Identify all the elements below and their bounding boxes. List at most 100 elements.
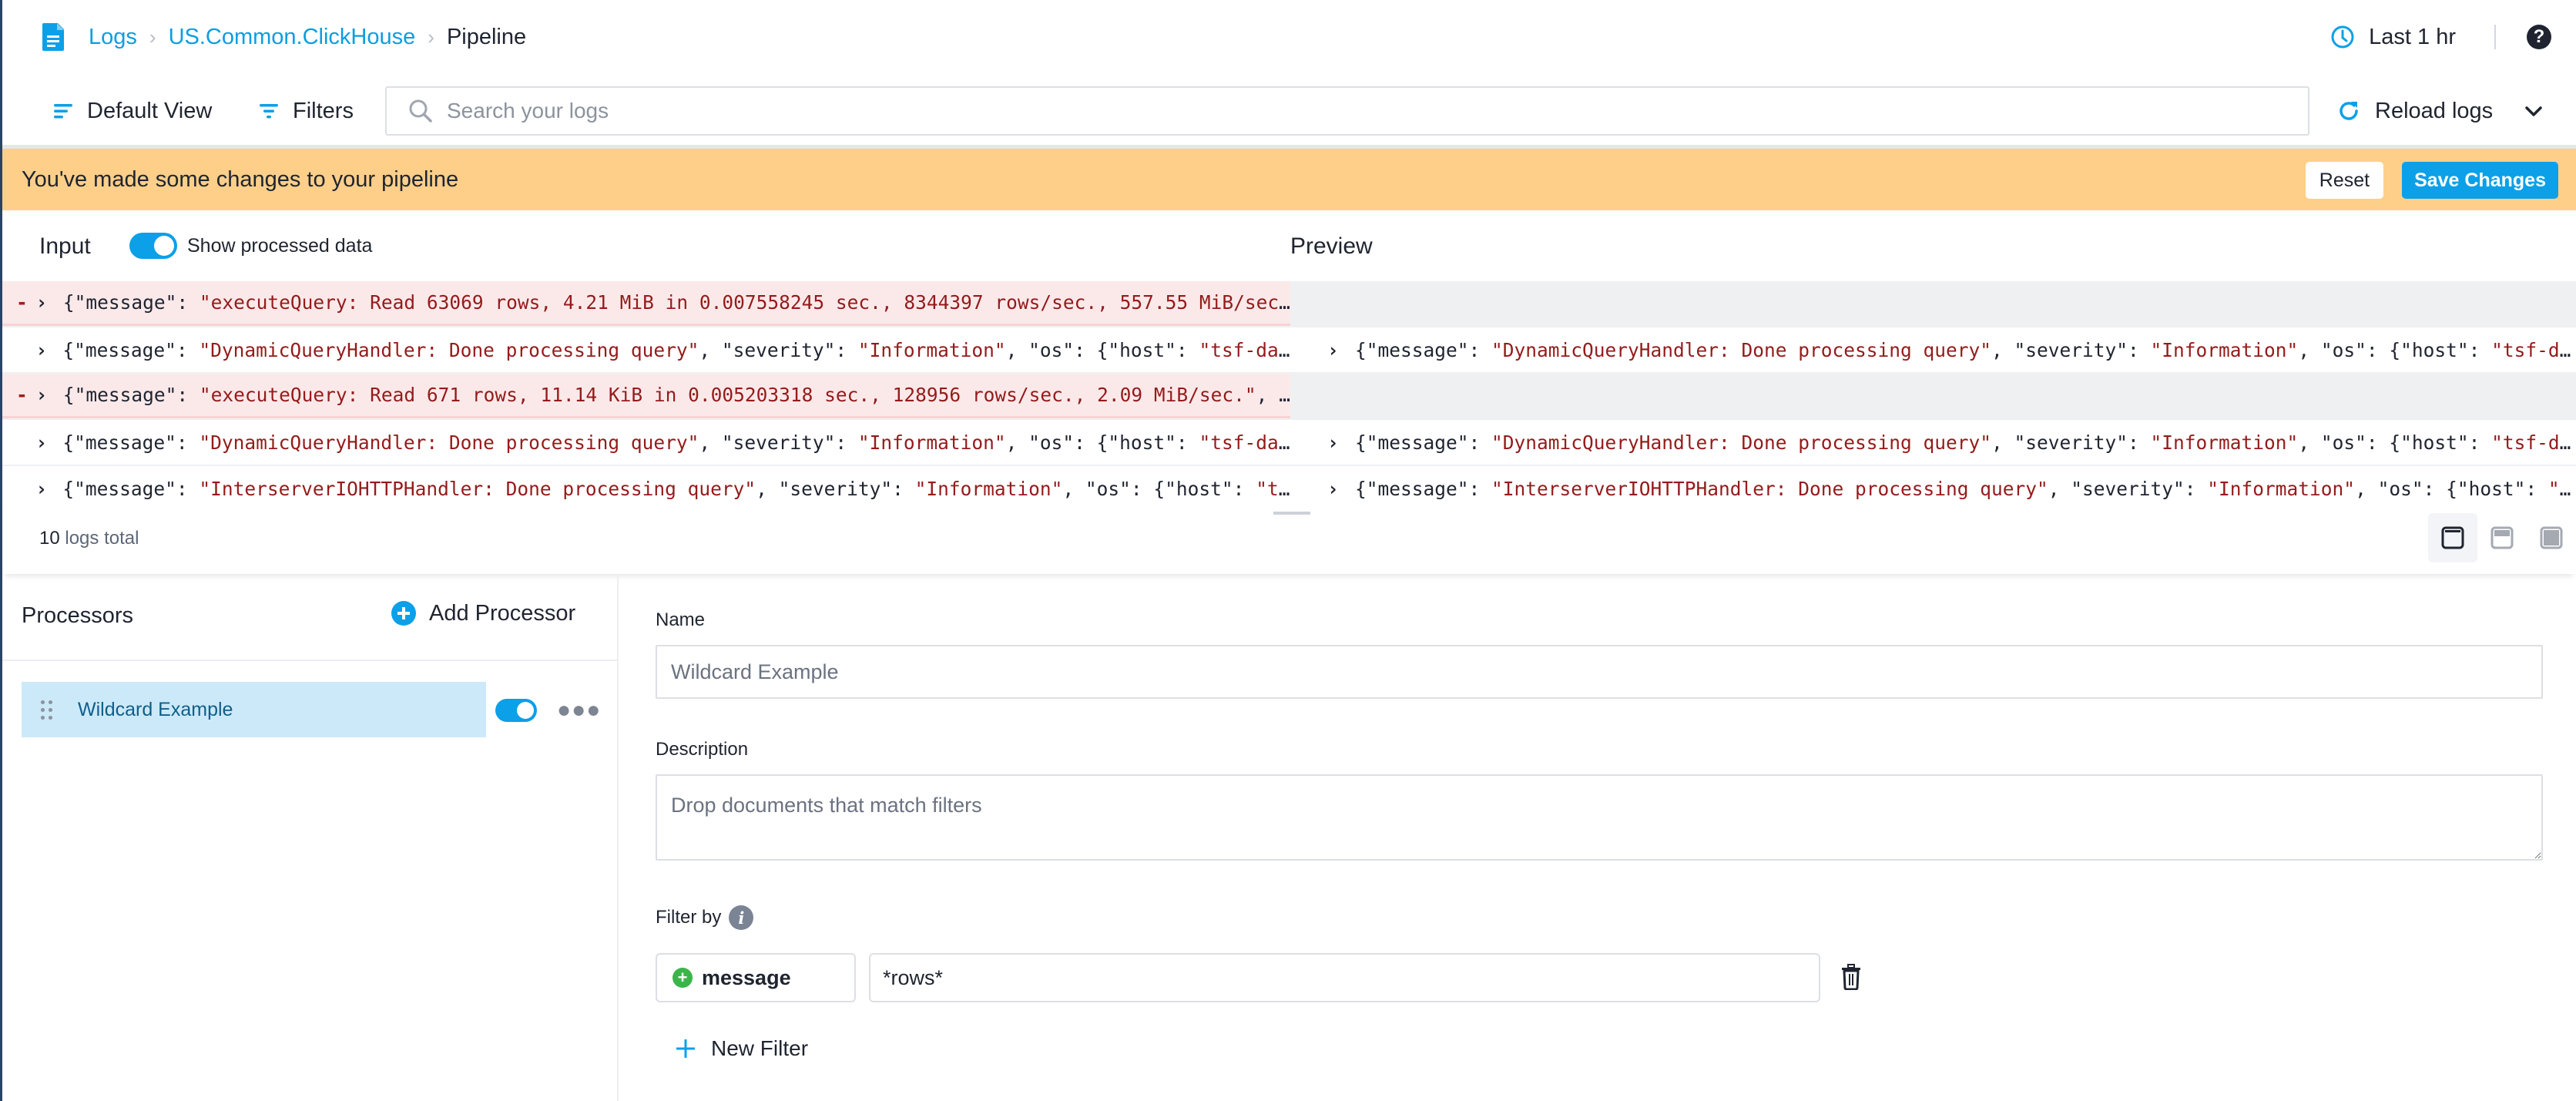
description-textarea[interactable]: Drop documents that match filters	[656, 774, 2543, 861]
json-key-text: {"message":	[1355, 477, 1492, 500]
input-log-cell: - › {"message": "executeQuery: Read 63069 …	[2, 281, 1290, 326]
layout-full-button[interactable]	[2527, 513, 2576, 562]
log-json: {"message": "executeQuery: Read 671 rows…	[63, 384, 1290, 406]
log-row[interactable]: › {"message": "InterserverIOHTTPHandler: …	[2, 466, 2576, 502]
processor-item[interactable]: Wildcard Example	[22, 682, 486, 737]
filter-by-label: Filter by	[656, 907, 722, 928]
layout-top-button[interactable]	[2428, 513, 2477, 562]
json-string-value: "tsf-data3…	[2491, 338, 2576, 361]
search-input[interactable]	[447, 99, 2219, 123]
filter-field-selector[interactable]: + message	[656, 953, 856, 1002]
time-range-button[interactable]: Last 1 hr	[2330, 25, 2456, 50]
search-box	[385, 86, 2309, 136]
layout-top-icon	[2441, 526, 2464, 549]
expand-chevron-icon[interactable]: ›	[35, 478, 62, 500]
processors-header: Processors Add Processor	[2, 574, 617, 661]
drag-handle-icon[interactable]	[41, 700, 52, 720]
json-key-text: , "os": {"host":	[1005, 338, 1199, 361]
input-log-cell: - › {"message": "executeQuery: Read 671 ro…	[2, 374, 1290, 418]
expand-chevron-icon[interactable]: ›	[36, 384, 63, 406]
time-range-label: Last 1 hr	[2369, 24, 2456, 49]
show-processed-toggle[interactable]	[129, 233, 177, 259]
more-options-icon[interactable]: ●●●	[557, 697, 601, 723]
clock-icon	[2331, 25, 2354, 49]
json-key-text: , "s…	[1256, 384, 1290, 406]
info-icon[interactable]: i	[729, 905, 754, 930]
layout-full-icon	[2540, 526, 2563, 549]
toolbar: Default View Filters Reload logs	[2, 81, 2576, 141]
breadcrumb-logs[interactable]: Logs	[89, 25, 137, 50]
breadcrumb-current: Pipeline	[446, 24, 527, 49]
json-key-text: , "severity":	[1991, 338, 2151, 361]
log-row[interactable]: › {"message": "DynamicQueryHandler: Done …	[2, 327, 2576, 374]
json-key-text: , "severity":	[699, 338, 858, 361]
new-filter-button[interactable]: New Filter	[676, 1036, 808, 1061]
logs-total-count: 10	[39, 528, 60, 549]
input-log-cell: › {"message": "DynamicQueryHandler: Done …	[2, 327, 1290, 372]
removed-marker-icon: -	[16, 291, 28, 314]
json-string-value: "tsf-…	[2547, 477, 2576, 500]
save-changes-button[interactable]: Save Changes	[2402, 162, 2558, 199]
expand-chevron-icon[interactable]: ›	[1327, 339, 1355, 361]
description-label: Description	[656, 739, 749, 760]
reload-logs-button[interactable]: Reload logs	[2336, 81, 2493, 141]
trash-icon[interactable]	[1840, 964, 1862, 990]
filter-field-name: message	[702, 965, 791, 989]
log-json: {"message": "DynamicQueryHandler: Done p…	[62, 339, 1290, 361]
input-preview-header: Input Show processed data Preview	[2, 210, 2576, 281]
expand-chevron-icon[interactable]: ›	[35, 339, 62, 361]
processor-enabled-toggle[interactable]	[495, 699, 537, 722]
preview-column-title: Preview	[1290, 233, 1373, 259]
log-row[interactable]: - › {"message": "executeQuery: Read 63069 …	[2, 281, 2576, 327]
page-header: Logs › US.Common.ClickHouse › Pipeline L…	[2, 0, 2576, 73]
json-string-value: "Information"	[914, 477, 1063, 500]
breadcrumb-separator: ›	[149, 25, 156, 49]
json-key-text: , "os": {"host":	[1062, 477, 1256, 500]
filter-icon	[260, 104, 278, 119]
processor-form: Name Description Drop documents that mat…	[656, 574, 2543, 1101]
json-string-value: "DynamicQueryHandler: Done processing qu…	[1491, 431, 1992, 454]
banner-message: You've made some changes to your pipelin…	[22, 166, 459, 192]
json-string-value: "Information"	[2207, 477, 2356, 500]
json-key-text: {"message":	[62, 338, 200, 361]
expand-chevron-icon[interactable]: ›	[35, 431, 62, 454]
log-rows: - › {"message": "executeQuery: Read 63069 …	[2, 281, 2576, 502]
document-icon	[42, 23, 64, 51]
resize-handle[interactable]	[1273, 512, 1310, 515]
breadcrumb-separator: ›	[428, 25, 434, 49]
layout-split-button[interactable]	[2477, 513, 2527, 562]
expand-chevron-icon[interactable]: ›	[1327, 431, 1355, 454]
log-json: {"message": "DynamicQueryHandler: Done p…	[1355, 339, 2576, 361]
logs-total: 10 logs total	[39, 528, 139, 549]
json-string-value: "DynamicQueryHandler: Done processing qu…	[1491, 338, 1992, 361]
default-view-button[interactable]: Default View	[53, 81, 212, 141]
help-icon[interactable]: ?	[2527, 25, 2551, 49]
log-row[interactable]: › {"message": "DynamicQueryHandler: Done …	[2, 420, 2576, 466]
input-log-cell: › {"message": "DynamicQueryHandler: Done …	[2, 420, 1290, 465]
expand-chevron-icon[interactable]: ›	[1327, 478, 1355, 500]
log-row[interactable]: - › {"message": "executeQuery: Read 671 ro…	[2, 374, 2576, 420]
json-key-text: {"message":	[1355, 431, 1492, 454]
json-string-value: "tsf-data3…	[1199, 338, 1290, 361]
breadcrumb-source[interactable]: US.Common.ClickHouse	[169, 25, 416, 50]
filter-value-input[interactable]	[869, 953, 1820, 1002]
filters-button[interactable]: Filters	[259, 81, 354, 141]
json-key-text: , "os": {"host":	[1005, 431, 1199, 454]
reload-icon	[2340, 102, 2358, 120]
logs-total-label: logs total	[65, 528, 139, 549]
add-processor-button[interactable]: Add Processor	[391, 600, 575, 626]
name-input[interactable]	[656, 645, 2543, 699]
expand-chevron-icon[interactable]: ›	[36, 291, 63, 314]
reload-options-dropdown[interactable]	[2523, 81, 2544, 141]
log-json: {"message": "executeQuery: Read 63069 ro…	[63, 291, 1290, 314]
new-filter-label: New Filter	[711, 1036, 809, 1060]
input-column-title: Input	[39, 233, 91, 259]
json-key-text: {"message":	[62, 384, 200, 406]
add-field-icon: +	[673, 968, 693, 988]
json-string-value: "DynamicQueryHandler: Done processing qu…	[199, 431, 699, 454]
json-string-value: "InterserverIOHTTPHandler: Done processi…	[199, 477, 756, 500]
reset-button[interactable]: Reset	[2305, 162, 2384, 199]
json-key-text: {"message":	[62, 431, 200, 454]
filters-label: Filters	[293, 98, 354, 123]
json-string-value: "DynamicQueryHandler: Done processing qu…	[199, 338, 699, 361]
